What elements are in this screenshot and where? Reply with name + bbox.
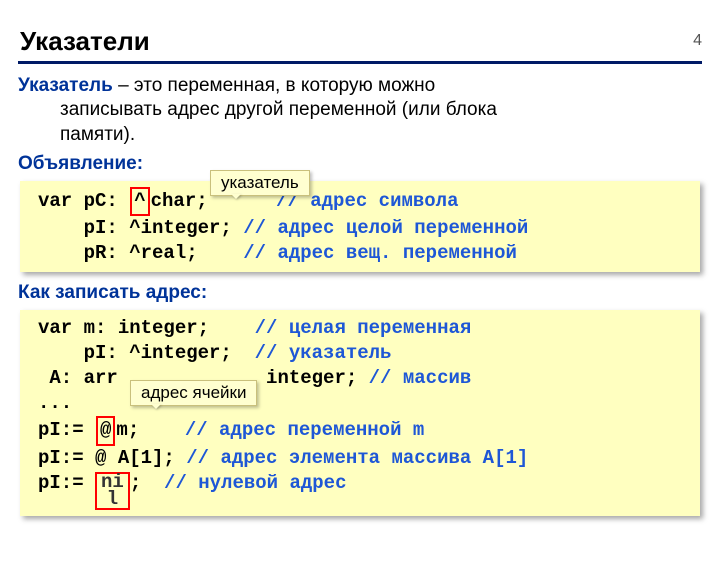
callout-cell-address: адрес ячейки [130, 380, 257, 406]
c1-l3c: // адрес вещ. переменной [243, 242, 517, 264]
c2-l5b: m; [116, 419, 184, 441]
c2-l2c: // указатель [255, 342, 392, 364]
c1-l2a: pI: ^integer; [38, 217, 243, 239]
c2-l7a: pI:= [38, 472, 95, 494]
callout-cell-wrapper: адрес ячейки [130, 380, 257, 406]
c2-l5c: // адрес переменной m [185, 419, 424, 441]
title-rule [18, 61, 702, 64]
c2-l5a: pI:= [38, 419, 95, 441]
def-line3: памяти). [60, 123, 702, 147]
c2-l6c: // адрес элемента массива A[1] [186, 447, 528, 469]
at-highlight: @ [96, 416, 115, 445]
term-pointer: Указатель [18, 75, 113, 96]
c2-l1a: var m: integer; [38, 317, 255, 339]
c2-l2a: pI: ^integer; [38, 342, 255, 364]
c2-l7b: ; [130, 472, 164, 494]
page-title: Указатели [20, 26, 720, 57]
nil-bot: l [107, 488, 118, 510]
caret-highlight: ^ [130, 187, 149, 216]
nil-highlight: nil [95, 472, 130, 510]
c1-l2c: // адрес целой переменной [243, 217, 528, 239]
write-address-heading: Как записать адрес: [18, 282, 702, 304]
page-number: 4 [693, 32, 702, 50]
c2-l3c: // массив [369, 367, 472, 389]
c2-l6a: pI:= @ A[1]; [38, 447, 186, 469]
code-block-write: var m: integer; // целая переменная pI: … [20, 310, 700, 516]
declaration-heading: Объявление: [18, 153, 702, 175]
callout-pointer-wrapper: указатель [210, 170, 310, 196]
callout-pointer: указатель [210, 170, 310, 196]
c1-l1a: var pC: [38, 190, 129, 212]
c2-l1c: // целая переменная [255, 317, 472, 339]
code-block-declaration: var pC: ^char; // адрес символа pI: ^int… [20, 181, 700, 272]
c1-l3a: pR: ^real; [38, 242, 243, 264]
c2-l7c: // нулевой адрес [164, 472, 346, 494]
def-line2: записывать адрес другой переменной (или … [60, 98, 702, 122]
definition-text: Указатель – это переменная, в которую мо… [18, 74, 702, 147]
def-tail1: – это переменная, в которую можно [113, 75, 435, 96]
c2-l4: ... [38, 392, 72, 414]
